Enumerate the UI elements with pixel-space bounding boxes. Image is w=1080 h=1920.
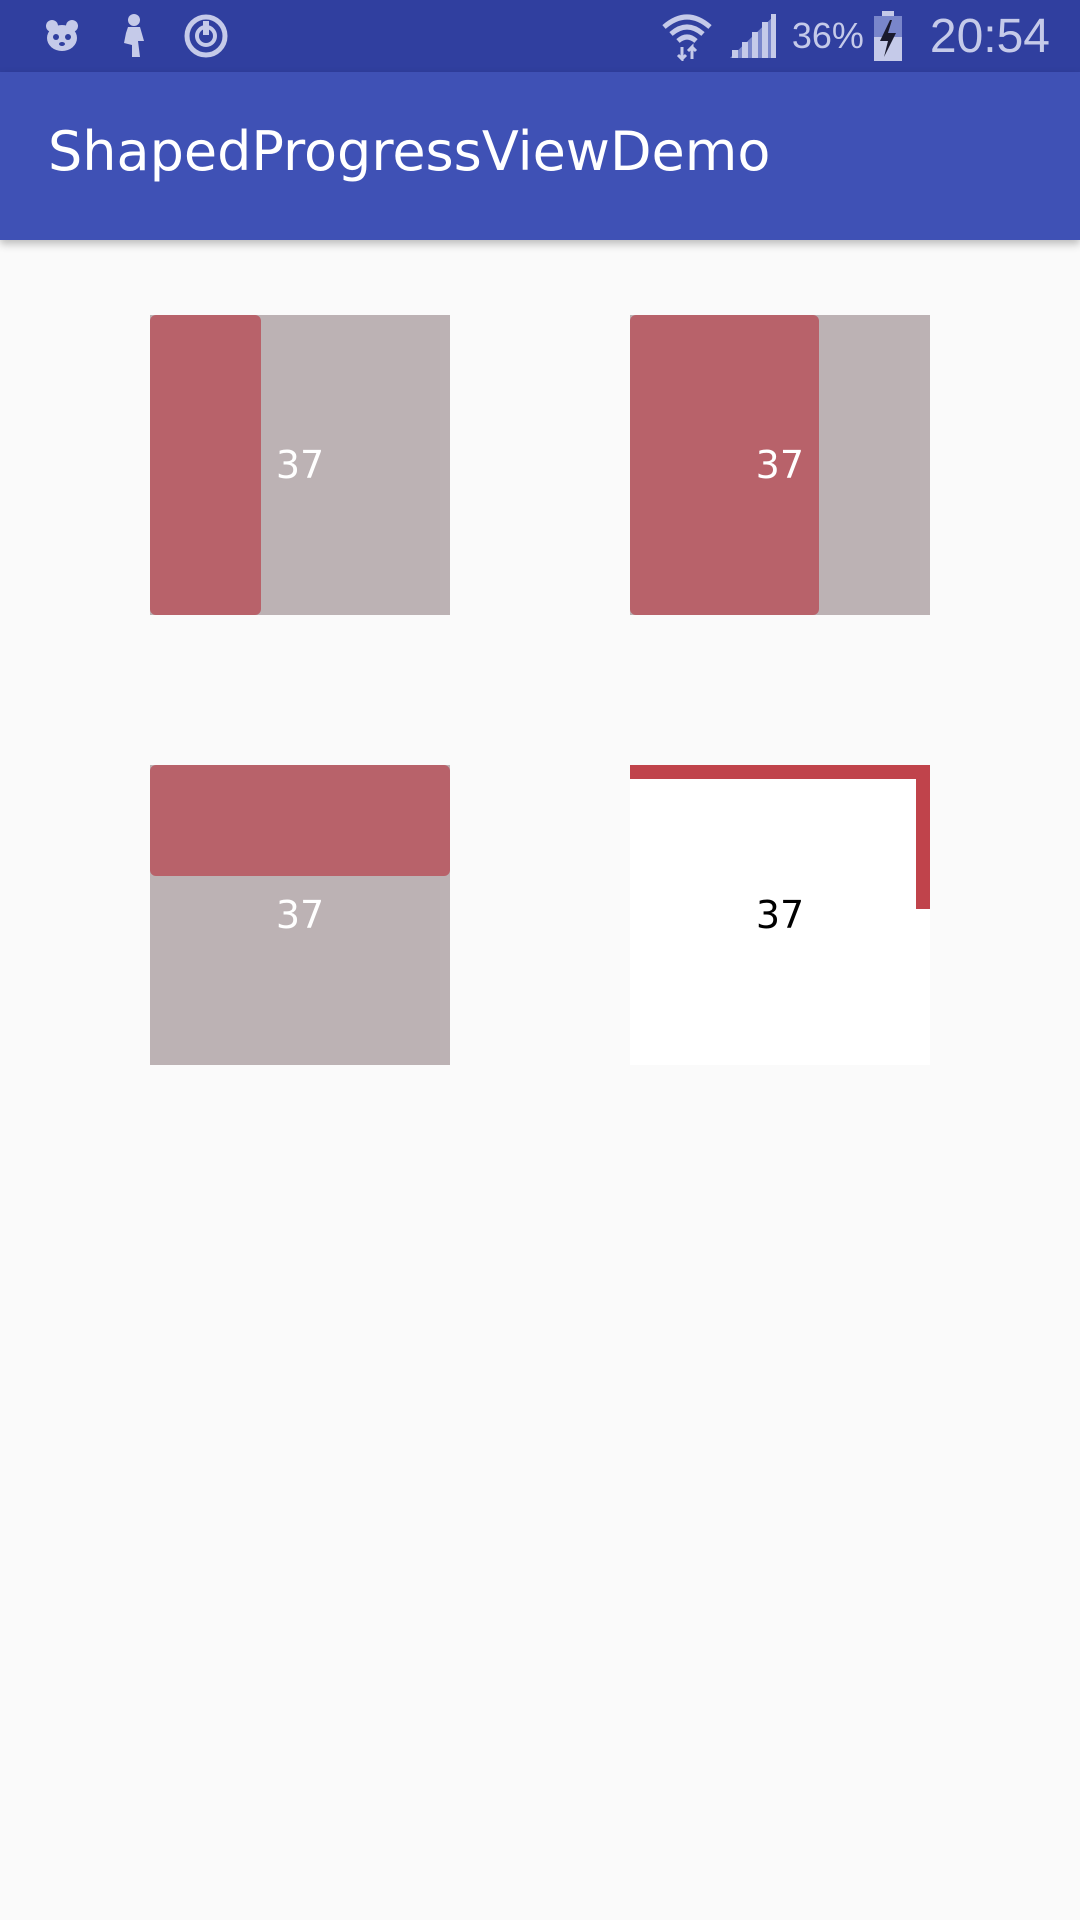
sync-circle-icon (180, 10, 232, 62)
status-bar: 36% 20:54 (0, 0, 1080, 72)
battery-charging-icon (872, 11, 904, 61)
status-system-icons: 36% 20:54 (660, 8, 1050, 64)
progress-view-horizontal-2: 37 (630, 315, 930, 615)
progress-view-border: 37 (630, 765, 930, 1065)
status-notification-icons (36, 10, 252, 62)
battery-percent: 36% (791, 15, 864, 56)
panda-icon (36, 10, 88, 62)
progress-value: 37 (275, 443, 325, 487)
signal-icon (728, 12, 778, 60)
progress-view-vertical: 37 (150, 765, 450, 1065)
progress-value: 37 (755, 893, 805, 937)
clock: 20:54 (929, 9, 1050, 63)
progress-value: 37 (755, 443, 804, 487)
wifi-icon (660, 11, 714, 61)
app-bar: ShapedProgressViewDemo (0, 72, 1080, 240)
progress-value: 37 (275, 893, 325, 937)
progress-view-horizontal-1: 37 (150, 315, 450, 615)
figure-icon (108, 10, 160, 62)
page-title: ShapedProgressViewDemo (48, 120, 771, 183)
